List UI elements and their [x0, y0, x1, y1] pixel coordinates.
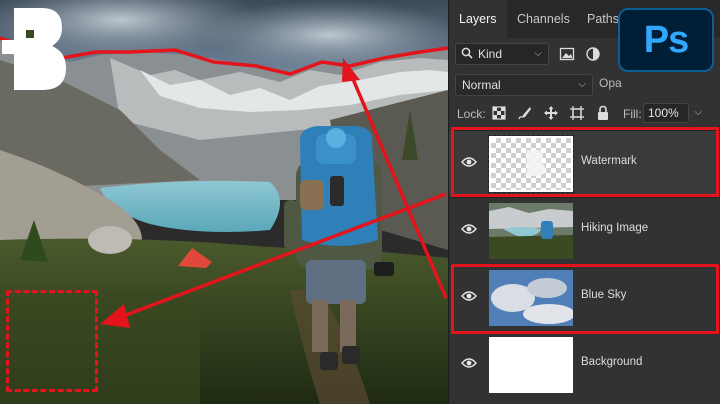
chevron-down-icon: ⌵ [694, 107, 702, 118]
eye-icon[interactable] [461, 357, 477, 369]
fill-value: 100% [648, 106, 679, 120]
lock-label: Lock: [457, 107, 486, 121]
tab-paths[interactable]: Paths [587, 0, 619, 38]
blend-mode-select[interactable]: Normal ⌵ [455, 74, 593, 96]
photoshop-logo-text: Ps [643, 19, 689, 61]
layer-row-background[interactable]: Background [449, 331, 720, 404]
watermark-layer-highlight [451, 127, 719, 197]
lock-transparent-icon[interactable] [491, 105, 507, 121]
layer-name: Background [581, 356, 643, 368]
eye-icon[interactable] [461, 223, 477, 235]
document-canvas[interactable] [0, 0, 448, 404]
layer-thumbnail [489, 337, 573, 393]
lock-image-icon[interactable] [517, 105, 533, 121]
chevron-down-icon: ⌵ [578, 79, 586, 90]
filter-kind-label: Kind [478, 47, 503, 61]
layer-name: Hiking Image [581, 222, 649, 234]
lock-all-icon[interactable] [595, 105, 611, 121]
watermark-b-logo [2, 8, 66, 90]
filter-kind-select[interactable]: Kind ⌵ [455, 43, 549, 65]
chevron-down-icon: ⌵ [534, 48, 542, 59]
blue-sky-layer-highlight [451, 264, 719, 334]
lock-position-icon[interactable] [543, 105, 559, 121]
watermark-selection-box [6, 290, 98, 392]
fill-input[interactable]: 100% ⌵ [643, 103, 702, 123]
blend-mode-value: Normal [462, 78, 501, 92]
layer-row-hiking-image[interactable]: Hiking Image [449, 197, 720, 263]
fill-label: Fill: [623, 107, 642, 121]
image-filter-icon[interactable] [559, 46, 575, 62]
tab-layers[interactable]: Layers [449, 0, 507, 38]
opacity-label: Opa [599, 76, 622, 90]
search-icon [461, 47, 473, 59]
hiking-thumb-image [489, 203, 573, 259]
lock-artboard-icon[interactable] [569, 105, 585, 121]
photoshop-logo: Ps [618, 8, 714, 72]
tab-channels[interactable]: Channels [517, 0, 570, 38]
layer-thumbnail [489, 203, 573, 259]
adjustment-filter-icon[interactable] [585, 46, 601, 62]
